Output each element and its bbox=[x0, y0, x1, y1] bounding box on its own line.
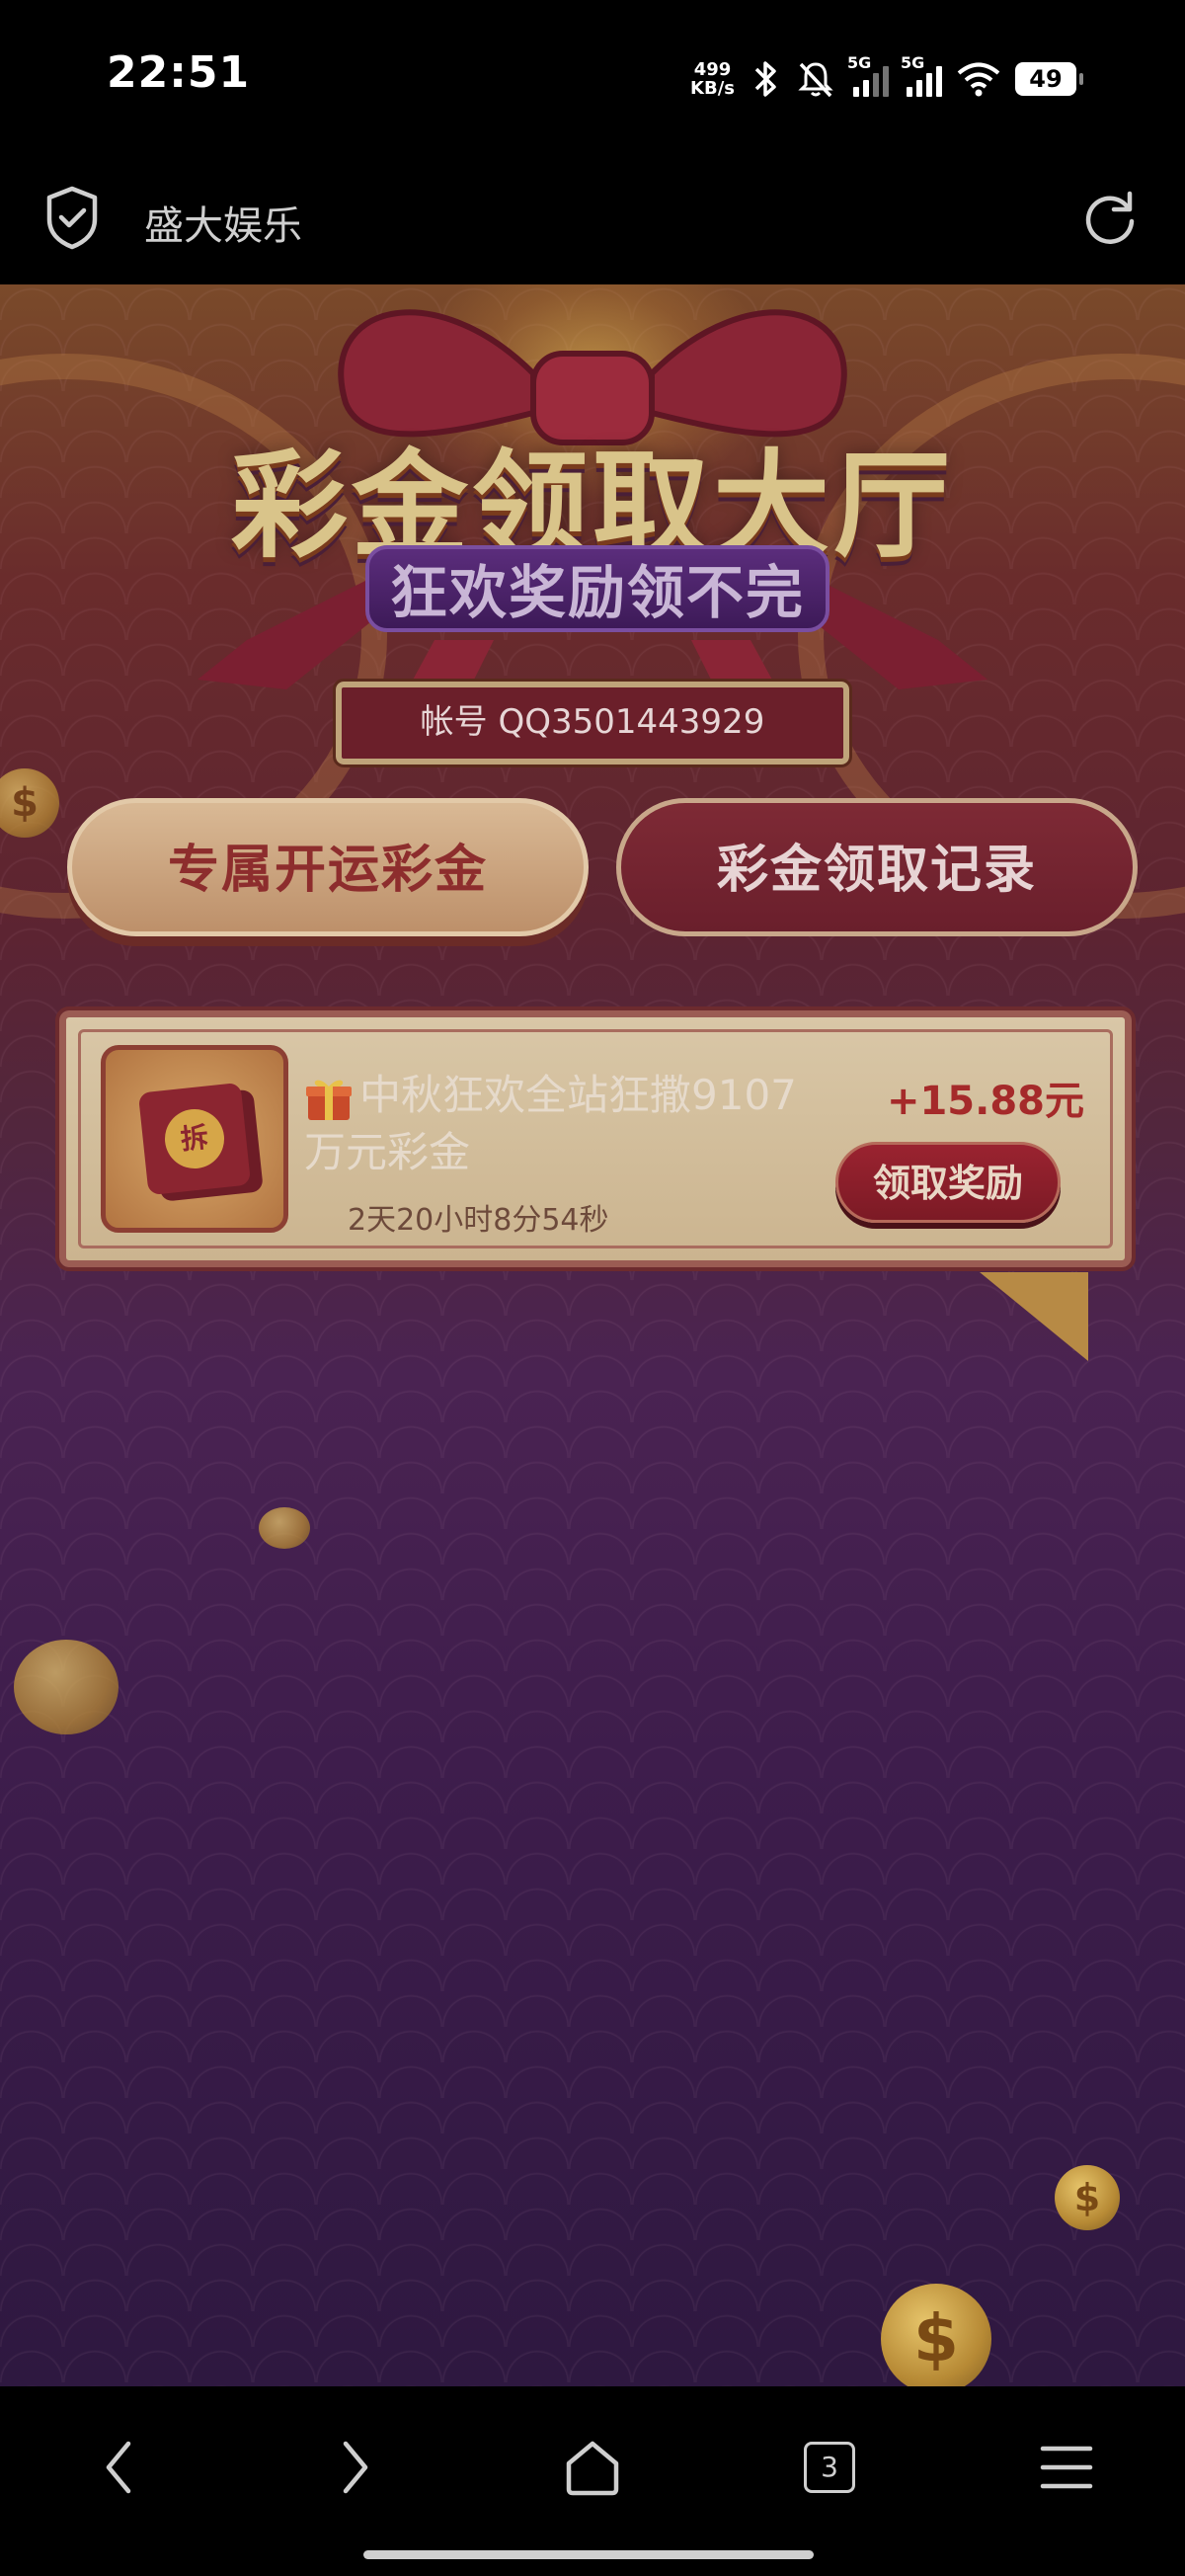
signal-strength-sim1-icon: 5G bbox=[847, 53, 889, 97]
home-icon bbox=[566, 2441, 619, 2496]
wifi-icon bbox=[957, 62, 1000, 97]
status-bar: 22:51 499 KB/s 5G 5G 49 bbox=[0, 0, 1185, 158]
back-button[interactable] bbox=[79, 2428, 158, 2507]
card-fold-decor bbox=[980, 1272, 1088, 1361]
home-button[interactable] bbox=[553, 2428, 632, 2507]
browser-address-bar: 盛大娱乐 bbox=[0, 158, 1185, 284]
coin-decor bbox=[14, 1640, 118, 1734]
tab-count-icon: 3 bbox=[804, 2442, 855, 2493]
home-indicator[interactable] bbox=[363, 2550, 814, 2559]
security-shield-icon[interactable] bbox=[41, 184, 103, 253]
network-speed: 499 KB/s bbox=[690, 59, 735, 99]
reward-countdown: 2天20小时8分54秒 bbox=[348, 1203, 609, 1238]
page-title[interactable]: 盛大娱乐 bbox=[144, 194, 302, 251]
bluetooth-icon bbox=[754, 61, 776, 97]
forward-button[interactable] bbox=[316, 2428, 395, 2507]
account-id-label: 帐号 QQ3501443929 bbox=[333, 679, 852, 767]
coin-decor: $ bbox=[1055, 2165, 1120, 2230]
hamburger-menu-icon bbox=[1040, 2446, 1093, 2489]
signal-strength-sim2-icon: 5G bbox=[901, 53, 942, 97]
tab-bonus-history[interactable]: 彩金领取记录 bbox=[616, 798, 1138, 936]
tabs-button[interactable]: 3 bbox=[790, 2428, 869, 2507]
status-icons: 499 KB/s 5G 5G 49 bbox=[690, 51, 1083, 107]
coin-decor bbox=[259, 1507, 310, 1549]
battery-icon: 49 bbox=[1015, 62, 1083, 96]
reload-icon[interactable] bbox=[1080, 186, 1140, 251]
web-content: 彩金领取大厅 狂欢奖励领不完 帐号 QQ3501443929 专属开运彩金 彩金… bbox=[0, 284, 1185, 2386]
red-envelope-icon: 拆 bbox=[101, 1045, 288, 1233]
banner-subtitle: 狂欢奖励领不完 bbox=[365, 545, 830, 632]
claim-reward-button[interactable]: 领取奖励 bbox=[835, 1142, 1061, 1223]
coin-decor: $ bbox=[881, 2284, 991, 2386]
chevron-right-icon bbox=[343, 2441, 368, 2494]
tab-exclusive-bonus[interactable]: 专属开运彩金 bbox=[67, 798, 589, 936]
chevron-left-icon bbox=[106, 2441, 131, 2494]
reward-amount: +15.88元 bbox=[886, 1079, 1084, 1124]
mute-bell-icon bbox=[798, 62, 833, 98]
envelope-seal: 拆 bbox=[162, 1106, 227, 1171]
reward-title: 中秋狂欢全站狂撒9107万元彩金 bbox=[304, 1071, 797, 1176]
menu-button[interactable] bbox=[1027, 2428, 1106, 2507]
clock: 22:51 bbox=[107, 47, 251, 98]
browser-bottom-nav: 3 bbox=[0, 2386, 1185, 2576]
